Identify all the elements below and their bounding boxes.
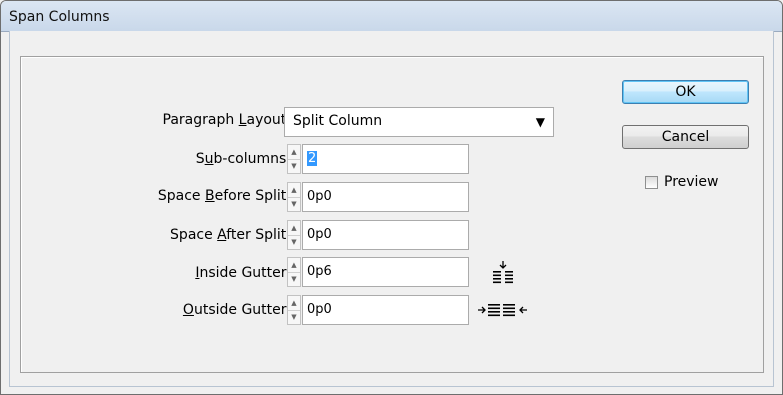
sub-columns-field[interactable]: 2 bbox=[302, 144, 469, 174]
paragraph-layout-value: Split Column bbox=[293, 113, 383, 129]
outside-gutter-stepper[interactable]: ▲ ▼ bbox=[287, 295, 301, 325]
space-after-split-label: Space After Split: bbox=[170, 227, 291, 243]
paragraph-layout-label: Paragraph Layout: bbox=[163, 112, 292, 128]
paragraph-layout-dropdown[interactable]: Split Column ▼ bbox=[284, 107, 554, 137]
inside-gutter-field[interactable]: 0p6 bbox=[302, 257, 469, 287]
label-part: S bbox=[195, 151, 205, 167]
outside-gutter-value: 0p0 bbox=[307, 302, 332, 317]
label-accelerator: O bbox=[182, 302, 194, 318]
space-before-split-label: Space Before Split: bbox=[158, 188, 291, 204]
sub-columns-value: 2 bbox=[307, 151, 318, 166]
space-before-stepper[interactable]: ▲ ▼ bbox=[287, 182, 301, 212]
label-part: nside Gutter: bbox=[199, 265, 291, 281]
space-before-value: 0p0 bbox=[307, 189, 332, 204]
stepper-up-icon[interactable]: ▲ bbox=[288, 258, 300, 273]
inside-gutter-label: Inside Gutter: bbox=[195, 265, 291, 281]
chevron-down-icon[interactable]: ▼ bbox=[536, 115, 545, 129]
stepper-down-icon[interactable]: ▼ bbox=[288, 197, 300, 211]
outside-gutter-field[interactable]: 0p0 bbox=[302, 295, 469, 325]
label-part: Space bbox=[170, 227, 218, 243]
label-part: efore Split: bbox=[214, 188, 291, 204]
space-after-value: 0p0 bbox=[307, 227, 332, 242]
dialog-title: Span Columns bbox=[9, 9, 110, 25]
stepper-up-icon[interactable]: ▲ bbox=[288, 221, 300, 236]
label-part: Space bbox=[157, 188, 205, 204]
label-accelerator: A bbox=[217, 227, 227, 243]
sub-columns-label: Sub-columns: bbox=[196, 151, 291, 167]
space-before-split-field[interactable]: 0p0 bbox=[302, 182, 469, 212]
preview-label[interactable]: Preview bbox=[664, 174, 719, 190]
stepper-up-icon[interactable]: ▲ bbox=[288, 183, 300, 198]
sub-columns-stepper[interactable]: ▲ ▼ bbox=[287, 144, 301, 174]
label-accelerator: B bbox=[205, 188, 215, 204]
ok-button[interactable]: OK bbox=[622, 80, 749, 104]
space-after-stepper[interactable]: ▲ ▼ bbox=[287, 220, 301, 250]
inside-gutter-icon bbox=[493, 261, 513, 284]
cancel-button[interactable]: Cancel bbox=[622, 125, 749, 149]
label-part: b-columns: bbox=[213, 151, 292, 167]
stepper-down-icon[interactable]: ▼ bbox=[288, 235, 300, 249]
inside-gutter-stepper[interactable]: ▲ ▼ bbox=[287, 257, 301, 287]
stepper-down-icon[interactable]: ▼ bbox=[288, 310, 300, 324]
outside-gutter-label: Outside Gutter: bbox=[183, 302, 291, 318]
label-part: fter Split: bbox=[226, 227, 291, 243]
label-accelerator: u bbox=[204, 151, 214, 167]
stepper-down-icon[interactable]: ▼ bbox=[288, 272, 300, 286]
inside-gutter-value: 0p6 bbox=[307, 264, 332, 279]
preview-checkbox[interactable] bbox=[645, 176, 658, 189]
outside-gutter-icon bbox=[478, 304, 527, 317]
stepper-up-icon[interactable]: ▲ bbox=[288, 145, 300, 160]
label-part: utside Gutter: bbox=[193, 302, 291, 318]
label-part: Paragraph bbox=[162, 112, 239, 128]
title-bar: Span Columns bbox=[1, 1, 782, 32]
space-after-split-field[interactable]: 0p0 bbox=[302, 220, 469, 250]
stepper-down-icon[interactable]: ▼ bbox=[288, 159, 300, 173]
stepper-up-icon[interactable]: ▲ bbox=[288, 296, 300, 311]
span-columns-dialog: Span Columns Paragraph Layout: Split Col… bbox=[0, 0, 783, 395]
